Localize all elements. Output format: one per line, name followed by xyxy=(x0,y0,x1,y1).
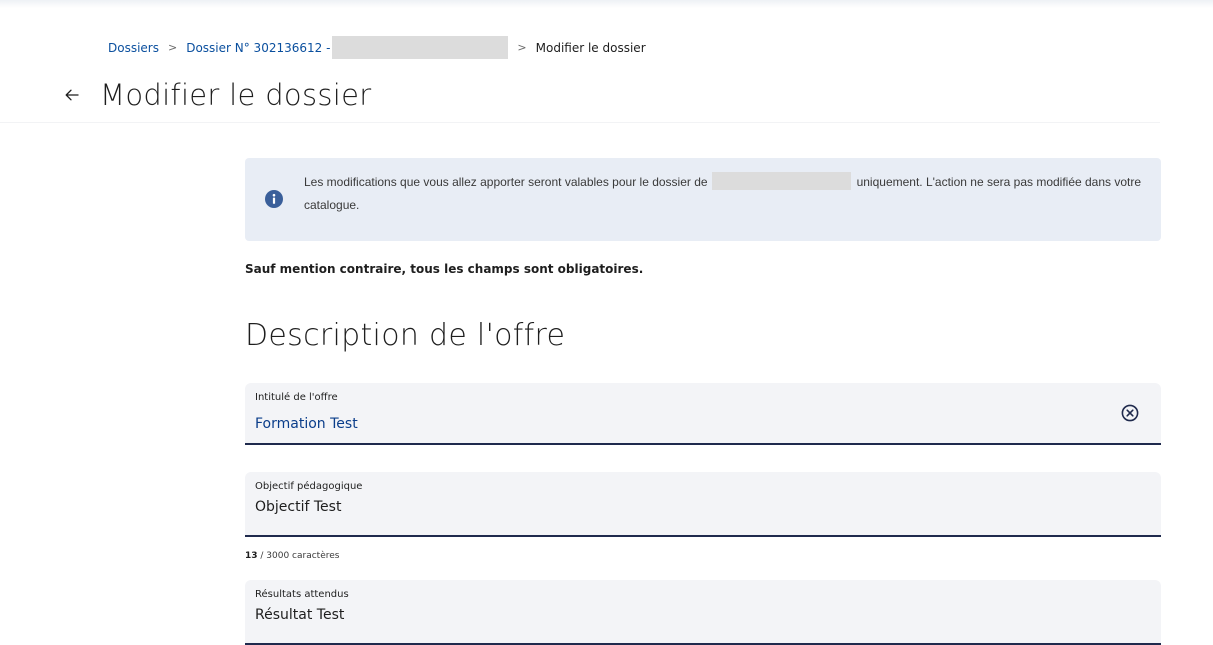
header-divider xyxy=(0,122,1160,123)
character-counter: 13 / 3000 caractères xyxy=(245,551,339,561)
page-title: Modifier le dossier xyxy=(100,78,372,112)
breadcrumb-current: Modifier le dossier xyxy=(535,40,646,55)
section-title: Description de l'offre xyxy=(245,318,566,353)
breadcrumb-dossiers-link[interactable]: Dossiers xyxy=(108,41,159,55)
field-label: Intitulé de l'offre xyxy=(255,392,338,403)
info-icon xyxy=(265,190,283,208)
objectif-field[interactable]: Objectif pédagogique Objectif Test xyxy=(245,472,1161,537)
resultats-textarea[interactable]: Résultat Test xyxy=(255,607,344,623)
character-count: 13 xyxy=(245,551,258,561)
top-bar xyxy=(0,0,1213,8)
breadcrumb: Dossiers > Dossier N° 302136612 - > Modi… xyxy=(108,36,646,59)
breadcrumb-separator: > xyxy=(517,41,527,54)
objectif-textarea[interactable]: Objectif Test xyxy=(255,499,341,515)
intitule-field[interactable]: Intitulé de l'offre Formation Test xyxy=(245,383,1161,445)
redacted-block xyxy=(711,172,851,190)
notice-text: Les modifications que vous allez apporte… xyxy=(304,171,1144,217)
field-label: Résultats attendus xyxy=(255,589,349,600)
breadcrumb-dossier-link[interactable]: Dossier N° 302136612 - xyxy=(186,41,330,55)
character-limit: / 3000 caractères xyxy=(257,551,340,561)
redacted-block xyxy=(332,36,509,59)
intitule-input[interactable]: Formation Test xyxy=(255,416,358,432)
resultats-field[interactable]: Résultats attendus Résultat Test xyxy=(245,580,1161,645)
page-header: Modifier le dossier xyxy=(62,78,372,112)
arrow-left-icon[interactable] xyxy=(62,85,82,105)
notice-text-part1: Les modifications que vous allez apporte… xyxy=(304,175,708,189)
mandatory-note: Sauf mention contraire, tous les champs … xyxy=(245,262,644,276)
breadcrumb-separator: > xyxy=(168,41,178,54)
close-circle-icon[interactable] xyxy=(1121,404,1139,422)
field-label: Objectif pédagogique xyxy=(255,481,363,492)
info-notice: Les modifications que vous allez apporte… xyxy=(245,158,1161,241)
